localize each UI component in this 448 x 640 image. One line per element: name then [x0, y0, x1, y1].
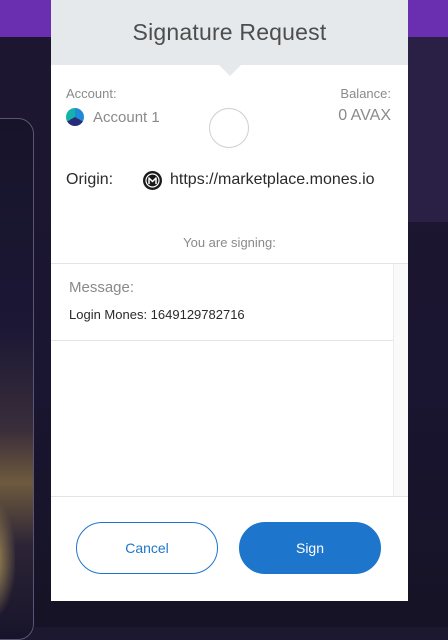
background-nft-art: [0, 499, 15, 619]
message-panel[interactable]: Message: Login Mones: 1649129782716: [51, 263, 408, 497]
account-identicon: [209, 108, 249, 148]
message-block: Message: Login Mones: 1649129782716: [51, 264, 393, 341]
account-name: Account 1: [93, 108, 160, 126]
account-selector[interactable]: Account 1: [66, 108, 160, 126]
message-label: Message:: [69, 279, 135, 296]
balance-label: Balance:: [340, 86, 391, 101]
message-value: Login Mones: 1649129782716: [69, 307, 245, 322]
header-notch: [219, 65, 241, 76]
background-side-panel: [408, 37, 448, 222]
signature-request-popup: Signature Request Account: Account 1 Bal…: [51, 0, 408, 601]
origin-label: Origin:: [66, 171, 114, 188]
popup-title: Signature Request: [132, 19, 327, 45]
signing-note: You are signing:: [183, 235, 276, 250]
account-label: Account:: [66, 86, 117, 101]
background-nft-card: [0, 118, 34, 640]
origin-url: https://marketplace.mones.io: [170, 171, 375, 188]
account-avatar-icon: [66, 108, 84, 126]
balance-value: 0 AVAX: [338, 107, 391, 124]
cancel-button[interactable]: Cancel: [76, 522, 218, 574]
message-scrollbar[interactable]: [393, 264, 408, 496]
mones-logo-icon: [143, 171, 162, 190]
popup-header: Signature Request: [51, 0, 408, 65]
sign-button[interactable]: Sign: [239, 522, 381, 574]
